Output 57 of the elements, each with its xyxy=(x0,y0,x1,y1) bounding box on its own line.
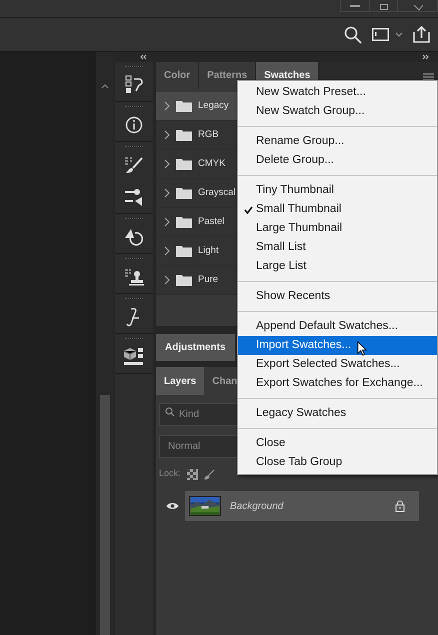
menu-item[interactable]: Small List xyxy=(238,238,437,257)
menu-item[interactable]: Append Default Swatches... xyxy=(238,317,437,336)
expand-icon[interactable] xyxy=(422,54,430,60)
menu-item[interactable]: Close Tab Group xyxy=(238,453,437,472)
search-icon[interactable] xyxy=(344,26,362,44)
lock-icon[interactable] xyxy=(395,500,405,512)
panel-tab[interactable]: Color xyxy=(156,62,200,89)
share-icon[interactable] xyxy=(413,26,430,43)
chevron-right-icon[interactable] xyxy=(164,275,170,285)
group-name: Light xyxy=(198,244,219,258)
scrollbar[interactable] xyxy=(96,52,113,635)
search-icon xyxy=(165,407,175,417)
checkmark-icon xyxy=(244,206,253,214)
menu-item[interactable]: Large List xyxy=(238,257,437,276)
checkerboard-icon[interactable] xyxy=(186,468,198,480)
menu-item[interactable]: Rename Group... xyxy=(238,132,437,151)
panel-tab[interactable]: Adjustments xyxy=(156,334,235,361)
group-name: Pastel xyxy=(198,214,224,229)
folder-icon xyxy=(176,158,192,170)
menu-item[interactable]: Show Recents xyxy=(238,287,437,306)
scroll-up-icon[interactable] xyxy=(100,84,108,89)
layer-name: Background xyxy=(230,500,284,514)
folder-icon xyxy=(176,100,192,112)
menu-item[interactable]: Delete Group... xyxy=(238,151,437,170)
group-name: RGB xyxy=(198,128,219,142)
panel-tab[interactable]: Layers xyxy=(156,367,204,395)
folder-icon xyxy=(176,245,192,257)
folder-icon xyxy=(176,216,192,228)
menu-item[interactable]: Small Thumbnail xyxy=(238,200,437,219)
folder-icon xyxy=(176,187,192,199)
group-name: Pure xyxy=(198,272,218,287)
layer-row[interactable]: Background xyxy=(185,491,419,521)
folder-icon xyxy=(176,274,192,286)
menu-item[interactable]: Import Swatches... xyxy=(238,336,437,355)
group-name: Grayscal xyxy=(198,186,236,200)
folder-icon xyxy=(176,129,192,141)
chevron-right-icon[interactable] xyxy=(164,159,170,169)
lock-label: Lock: xyxy=(159,467,181,480)
menu-item[interactable]: New Swatch Group... xyxy=(238,102,437,121)
chevron-right-icon[interactable] xyxy=(164,246,170,256)
scroll-thumb[interactable] xyxy=(100,395,110,635)
menu-item[interactable]: Tiny Thumbnail xyxy=(238,181,437,200)
chevron-right-icon[interactable] xyxy=(164,188,170,198)
chevron-right-icon[interactable] xyxy=(164,217,170,227)
menu-item[interactable]: Large Thumbnail xyxy=(238,219,437,238)
eye-icon[interactable] xyxy=(166,502,178,510)
workspace-icon[interactable] xyxy=(372,28,389,41)
group-name: Legacy xyxy=(198,98,229,113)
chevron-right-icon[interactable] xyxy=(164,101,170,111)
chevron-down-icon[interactable] xyxy=(395,32,403,37)
chevron-right-icon[interactable] xyxy=(164,130,170,140)
menu-item[interactable]: Close xyxy=(238,434,437,453)
group-name: CMYK xyxy=(198,156,226,171)
brush-icon[interactable] xyxy=(204,468,215,480)
collapse-icon[interactable] xyxy=(139,54,147,60)
panel-menu-icon[interactable] xyxy=(423,73,434,81)
cursor-icon xyxy=(357,341,367,356)
